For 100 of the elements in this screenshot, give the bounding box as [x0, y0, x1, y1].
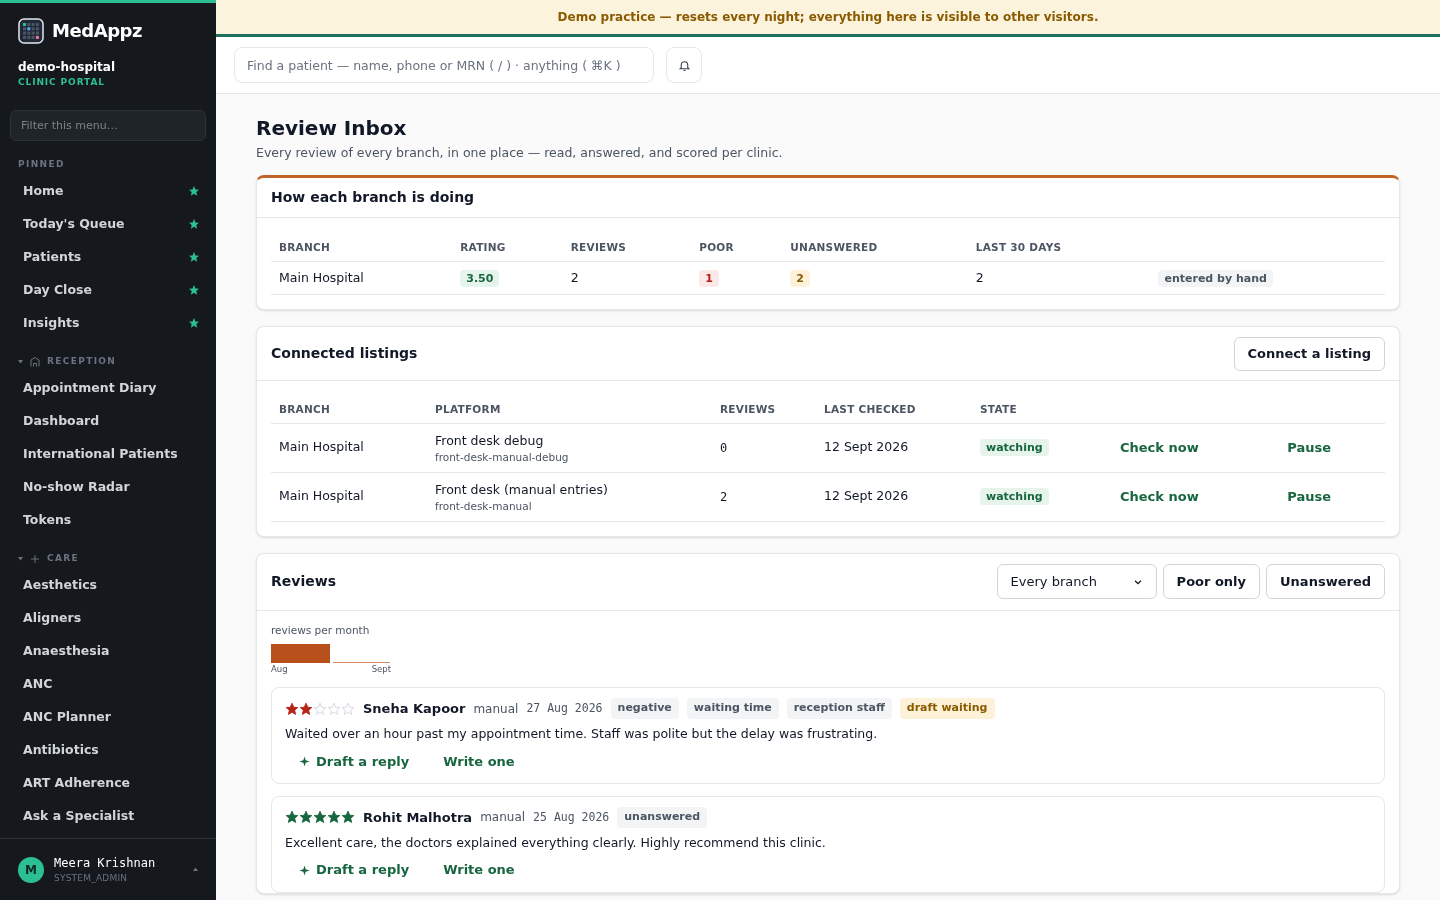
star-icon [313, 701, 327, 716]
reviewer-name: Rohit Malhotra [363, 808, 473, 827]
star-icon [299, 810, 313, 825]
action-link[interactable]: Pause [1287, 488, 1332, 504]
column-header: REVIEWS [712, 397, 816, 424]
star-icon[interactable] [188, 317, 200, 329]
table-cell: 2 [967, 261, 1151, 295]
action-link[interactable]: Check now [1120, 488, 1199, 504]
connect-listing-button[interactable]: Connect a listing [1233, 336, 1385, 371]
poor-badge: 1 [699, 269, 719, 287]
star-icon[interactable] [188, 284, 200, 296]
platform-slug: front-desk-manual-debug [435, 450, 570, 464]
state-badge: watching [980, 488, 1049, 506]
star-icon [299, 701, 313, 716]
column-header: UNANSWERED [782, 233, 968, 262]
menu-item[interactable]: Home [0, 174, 216, 208]
filter-button[interactable]: Poor only [1162, 564, 1261, 600]
menu-item[interactable]: Patients [0, 240, 216, 274]
notifications-button[interactable] [666, 47, 702, 83]
building-icon [29, 355, 41, 368]
caret-icon[interactable] [18, 556, 23, 561]
menu-item[interactable]: Antibiotics [0, 733, 216, 767]
review-tag: unanswered [617, 807, 708, 828]
review-tag: waiting time [686, 698, 779, 719]
month-label: Aug [271, 662, 288, 676]
column-header: BRANCH [271, 397, 427, 424]
section-heading: PINNED [18, 157, 65, 171]
draft-reply-link[interactable]: Draft a reply [299, 751, 410, 771]
menu-item[interactable]: No-show Radar [0, 470, 216, 504]
review-date: 27 Aug 2026 [526, 699, 603, 717]
organization-name: demo-hospital [18, 59, 117, 76]
menu-item[interactable]: ART Adherence [0, 766, 216, 800]
star-icon [341, 810, 355, 825]
review-date: 25 Aug 2026 [533, 808, 610, 826]
review-text: Excellent care, the doctors explained everything clearly. Highly recommend this clinic. [285, 833, 827, 852]
menu-item[interactable]: Anaesthesia [0, 634, 216, 668]
filter-button[interactable]: Unanswered [1266, 564, 1385, 600]
review-tag: negative [610, 698, 679, 719]
write-reply-link[interactable]: Write one [443, 860, 515, 880]
table-cell: Main Hospital [271, 472, 427, 522]
reviewer-name: Sneha Kapoor [363, 699, 466, 718]
column-header: RATING [452, 233, 563, 262]
state-badge: watching [980, 439, 1049, 457]
search-field[interactable]: Find a patient — name, phone or MRN ( / ) · anything ( ⌘K ) [234, 47, 654, 83]
source-tag: entered by hand [1158, 269, 1273, 287]
star-icon[interactable] [188, 185, 200, 197]
platform-slug: front-desk-manual [435, 499, 533, 513]
star-icon [341, 701, 355, 716]
rating-badge: 3.50 [460, 269, 500, 287]
card-title: Connected listings [271, 344, 418, 364]
draft-reply-link[interactable]: Draft a reply [299, 860, 410, 880]
month-label: Sept [371, 662, 391, 676]
branch-select[interactable]: Every branch [996, 564, 1157, 600]
filter-field[interactable]: Filter this menu… [10, 109, 206, 141]
grid-logo-icon [18, 17, 44, 44]
table-cell: Main Hospital [271, 261, 453, 295]
action-link[interactable]: Pause [1287, 439, 1332, 455]
table-cell: 12 Sept 2026 [816, 472, 972, 522]
page-title: Review Inbox [256, 115, 408, 142]
column-header: BRANCH [271, 233, 453, 262]
menu-item[interactable]: International Patients [0, 437, 216, 471]
menu-item[interactable]: Dashboard [0, 404, 216, 438]
caret-icon[interactable] [193, 867, 198, 872]
table-cell: 2 [562, 261, 692, 295]
write-reply-link[interactable]: Write one [443, 751, 515, 771]
column-header: PLATFORM [427, 397, 712, 424]
menu-item[interactable]: Day Close [0, 273, 216, 307]
demo-banner: Demo practice — resets every night; everything here is visible to other visitors. [216, 0, 1440, 37]
review-source: manual [473, 700, 519, 718]
column-header: STATE [972, 397, 1112, 424]
avatar: M [18, 856, 44, 883]
column-header: POOR [691, 233, 783, 262]
menu-item[interactable]: Insights [0, 306, 216, 340]
section-heading: CARE [47, 551, 80, 565]
menu-item[interactable]: Appointment Diary [0, 371, 216, 405]
section-heading: RECEPTION [47, 354, 117, 368]
menu-item[interactable]: ANC [0, 667, 216, 701]
column-header: REVIEWS [562, 233, 692, 262]
star-icon[interactable] [188, 218, 200, 230]
portal-label: CLINIC PORTAL [18, 76, 106, 89]
menu-item[interactable]: Aesthetics [0, 568, 216, 602]
menu-item[interactable]: ANC Planner [0, 700, 216, 734]
action-link[interactable]: Check now [1120, 439, 1199, 455]
review-source: manual [480, 809, 526, 827]
caret-icon[interactable] [18, 359, 23, 364]
page-subtitle: Every review of every branch, in one place — read, answered, and scored per clinic. [256, 144, 784, 162]
menu-item[interactable]: Aligners [0, 601, 216, 635]
card-title: Reviews [271, 572, 336, 592]
menu-item[interactable]: Tokens [0, 503, 216, 537]
sparkle-icon [299, 864, 310, 876]
platform-name: Front desk (manual entries) [435, 480, 609, 499]
star-icon[interactable] [188, 251, 200, 263]
table-cell: 0 [712, 423, 816, 473]
plus-icon [29, 552, 41, 565]
user-role: SYSTEM_ADMIN [54, 871, 129, 885]
menu-item[interactable]: Ask a Specialist [0, 799, 216, 833]
platform-name: Front desk debug [435, 431, 545, 450]
star-icon [285, 701, 299, 716]
review-tag: reception staff [786, 698, 892, 719]
menu-item[interactable]: Today's Queue [0, 207, 216, 241]
